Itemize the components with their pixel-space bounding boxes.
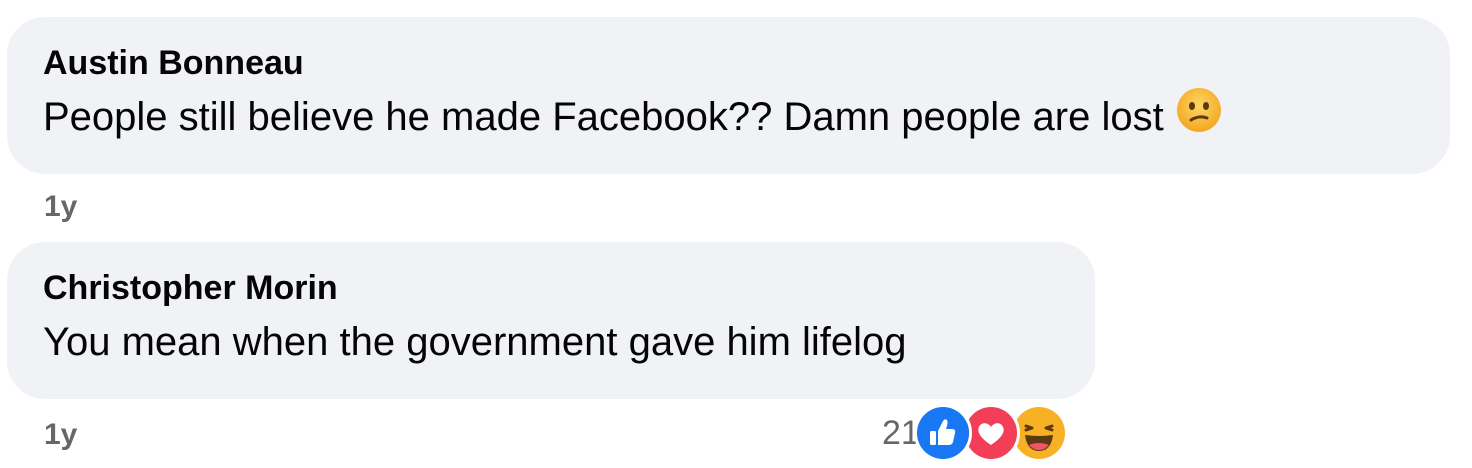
- comment-author[interactable]: Austin Bonneau: [43, 43, 1412, 83]
- comment-bubble[interactable]: Austin Bonneau People still believe he m…: [7, 17, 1450, 174]
- comment-text: People still believe he made Facebook?? …: [43, 87, 1412, 146]
- comment-timestamp[interactable]: 1y: [44, 190, 77, 224]
- reaction-summary[interactable]: 21: [882, 404, 1068, 462]
- comment-1: Austin Bonneau People still believe he m…: [7, 17, 1450, 174]
- comment-text-body: People still believe he made Facebook?? …: [43, 95, 1164, 139]
- confused-face-icon: [1176, 87, 1222, 146]
- like-reaction-icon: [913, 404, 972, 462]
- comment-bubble[interactable]: Christopher Morin You mean when the gove…: [7, 242, 1095, 399]
- comment-text: You mean when the government gave him li…: [43, 320, 907, 364]
- comment-timestamp[interactable]: 1y: [44, 418, 77, 452]
- comment-author[interactable]: Christopher Morin: [43, 268, 1057, 308]
- comment-2: Christopher Morin You mean when the gove…: [7, 242, 1095, 399]
